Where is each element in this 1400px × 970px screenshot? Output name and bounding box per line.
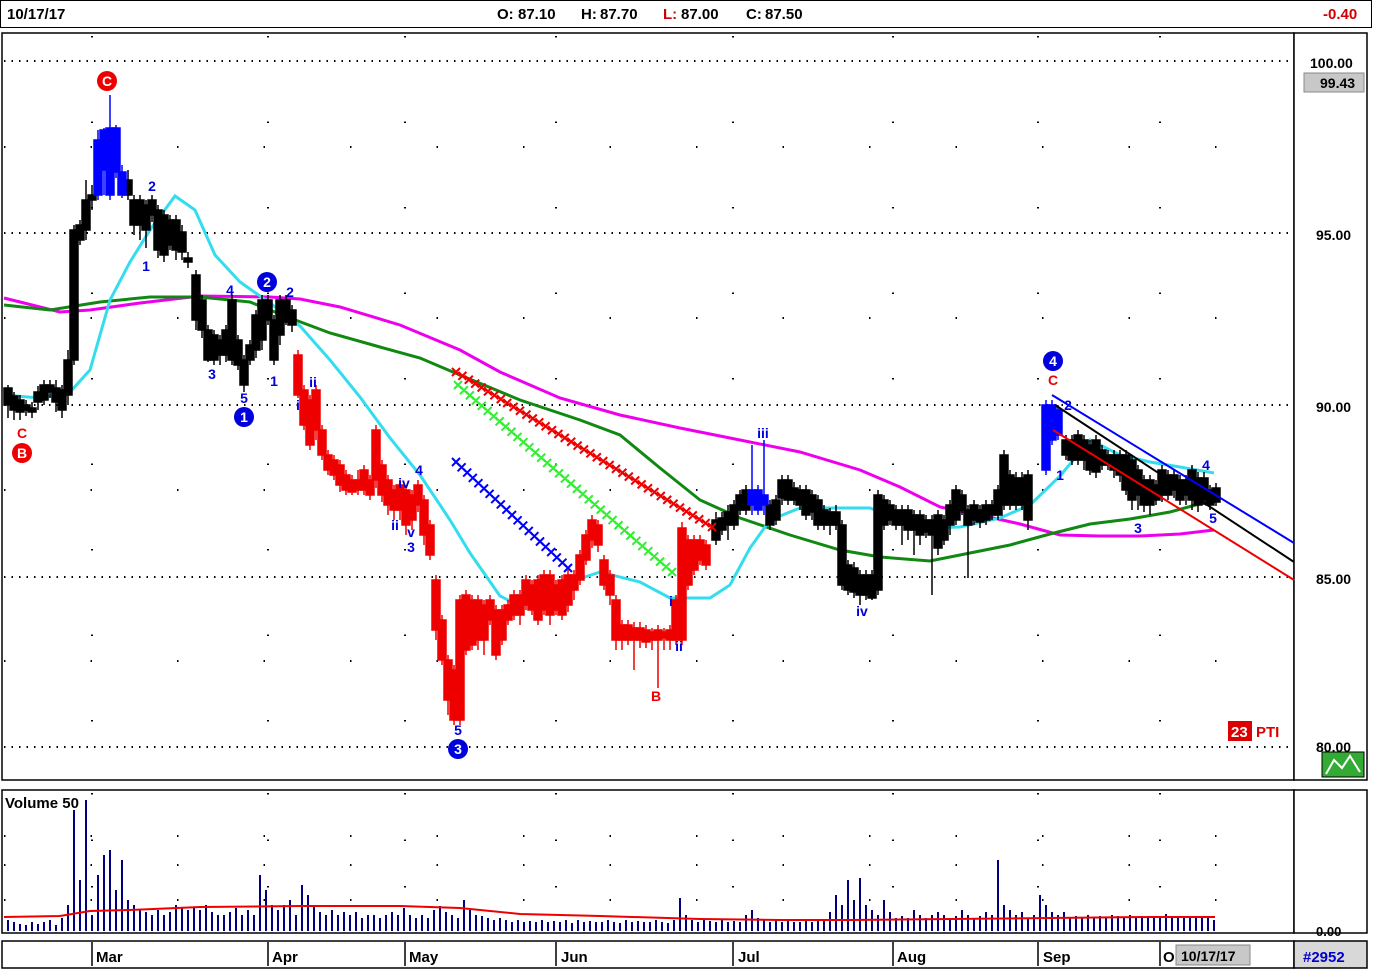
wave-minor-label: ii: [309, 374, 317, 390]
price-panel: [1, 32, 1295, 781]
month-label: Jun: [561, 949, 588, 966]
month-label: Mar: [96, 949, 123, 966]
wave-minor-label: C: [1048, 372, 1058, 388]
month-label: O: [1163, 949, 1175, 966]
candle-red: [317, 429, 327, 456]
candle-red: [425, 524, 435, 556]
candle-blue: [759, 494, 769, 506]
candle: [177, 231, 187, 253]
candle: [771, 499, 781, 521]
wave-minor-label: i: [669, 593, 673, 609]
candle: [27, 407, 37, 413]
last-price-label: 99.43: [1320, 75, 1355, 91]
wave-minor-label: 3: [208, 366, 216, 382]
wave-minor-label: 4: [226, 282, 234, 298]
volume-title: Volume 50: [5, 795, 79, 812]
date-axis: [1, 940, 1295, 969]
wave-minor-label: iv: [398, 475, 410, 491]
month-label: Jul: [738, 949, 760, 966]
wave-2-major: 2: [263, 274, 271, 290]
pti-label: PTI: [1256, 724, 1279, 741]
wave-minor-label: iv: [856, 603, 868, 619]
chart-settings-icon[interactable]: [1321, 751, 1365, 778]
wave-minor-label: B: [651, 688, 661, 704]
y-tick-95: 95.00: [1316, 227, 1351, 243]
wave-minor-label: 5: [1209, 510, 1217, 526]
wave-minor-label: iii: [757, 425, 769, 441]
month-label: Aug: [897, 949, 926, 966]
wave-minor-label: 5: [240, 390, 248, 406]
wave-minor-label: 2: [148, 178, 156, 194]
wave-minor-label: i: [296, 397, 300, 413]
wave-minor-label: 1: [1056, 467, 1064, 483]
wave-c-top: C: [102, 73, 112, 89]
candle: [197, 299, 207, 331]
volume-panel: [1, 789, 1295, 934]
month-label: Apr: [272, 949, 298, 966]
candle: [63, 359, 73, 396]
candle: [81, 199, 91, 231]
candle: [287, 309, 297, 326]
candle: [239, 359, 249, 386]
month-label: Sep: [1043, 949, 1071, 966]
wave-1-major: 1: [240, 409, 248, 425]
wave-minor-label: 3: [1134, 520, 1142, 536]
pti-value: 23: [1231, 724, 1248, 741]
candle-red: [701, 544, 711, 566]
wave-minor-label: 1: [270, 373, 278, 389]
wave-minor-label: v: [407, 524, 415, 540]
wave-minor-label: 2: [286, 284, 294, 300]
chart-id: #2952: [1303, 949, 1345, 966]
candle-red: [593, 524, 603, 546]
month-label: May: [409, 949, 439, 966]
candle-red: [437, 619, 447, 661]
candle: [957, 494, 967, 511]
candle: [1023, 474, 1033, 521]
y-tick-100: 100.00: [1310, 55, 1353, 71]
volume-y-tick: 0.00: [1316, 924, 1341, 939]
y-tick-90: 90.00: [1316, 399, 1351, 415]
wave-4-major: 4: [1049, 353, 1057, 369]
wave-3-major: 3: [454, 741, 462, 757]
candle: [69, 229, 79, 361]
current-date: 10/17/17: [1181, 948, 1236, 964]
candle: [263, 299, 273, 321]
candle-blue: [117, 171, 127, 196]
stock-chart: CB1234C1234512iiiiv4ii v35iiiBiiiivC21345…: [1, 32, 1368, 969]
y-tick-85: 85.00: [1316, 571, 1351, 587]
wave-minor-label: 5: [454, 722, 462, 738]
wave-minor-label: 4: [1202, 457, 1210, 473]
candle-red: [293, 354, 303, 396]
candle: [831, 511, 841, 526]
wave-minor-label: 1: [142, 258, 150, 274]
candle-blue: [111, 127, 121, 173]
wave-minor-label: ii: [675, 638, 683, 654]
wave-minor-label: ii: [391, 517, 399, 533]
candle-red: [365, 479, 375, 496]
volume-axis: [1293, 789, 1368, 934]
wave-minor-label: 4: [415, 462, 423, 478]
wave-minor-label: 3: [407, 539, 415, 555]
candle-red: [605, 574, 615, 596]
candle-red: [311, 389, 321, 431]
wave-minor-label: 2: [1064, 397, 1072, 413]
wave-b: B: [17, 445, 27, 461]
wave-c-left: C: [17, 425, 27, 441]
candle: [183, 257, 193, 263]
